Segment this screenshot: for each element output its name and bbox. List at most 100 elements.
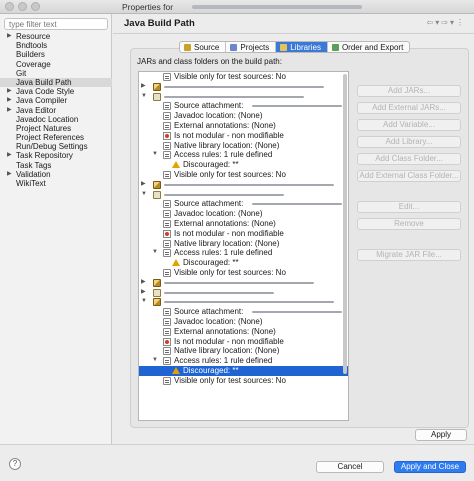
sidebar-item-validation[interactable]: ▶ Validation (0, 170, 112, 179)
add-class-folder-button[interactable]: Add Class Folder... (357, 153, 461, 165)
library-attribute[interactable]: Visible only for test sources: No (139, 268, 348, 278)
tab-order-and-export[interactable]: Order and Export (328, 42, 409, 52)
library-attribute[interactable]: ▼ Access rules: 1 rule defined (139, 248, 348, 258)
expand-arrow-icon[interactable]: ▶ (141, 82, 146, 92)
library-attribute[interactable]: Visible only for test sources: No (139, 376, 348, 386)
edit-button[interactable]: Edit... (357, 201, 461, 213)
library-entry[interactable]: ▶ (139, 288, 348, 298)
libraries-tree[interactable]: Visible only for test sources: No Discour… (138, 71, 349, 421)
help-icon[interactable]: ? (9, 458, 21, 470)
sidebar-item-project-references[interactable]: Project References (0, 133, 112, 142)
expand-chevron-icon[interactable]: ▶ (7, 106, 12, 115)
zoom-window-button[interactable] (31, 2, 40, 11)
collapse-arrow-icon[interactable]: ▼ (152, 150, 158, 160)
sidebar-item-java-code-style[interactable]: ▶ Java Code Style (0, 87, 112, 96)
tab-projects[interactable]: Projects (226, 42, 277, 52)
sidebar-item-resource[interactable]: ▶ Resource (0, 32, 112, 41)
sidebar-item-task-tags[interactable]: Task Tags (0, 161, 112, 170)
collapse-arrow-icon[interactable]: ▼ (141, 190, 147, 200)
library-attribute[interactable]: External annotations: (None) (139, 219, 348, 229)
sidebar-item-bndtools[interactable]: Bndtools (0, 41, 112, 50)
sidebar-item-java-compiler[interactable]: ▶ Java Compiler (0, 96, 112, 105)
sidebar-item-task-repository[interactable]: ▶ Task Repository (0, 151, 112, 160)
attribute-icon (163, 141, 171, 150)
library-attribute[interactable]: Source attachment: (139, 199, 348, 209)
library-attribute[interactable]: ▼ Access rules: 1 rule defined (139, 150, 348, 160)
sidebar-item-run-debug-settings[interactable]: Run/Debug Settings (0, 142, 112, 151)
sidebar-item-coverage[interactable]: Coverage (0, 60, 112, 69)
library-attribute[interactable]: External annotations: (None) (139, 327, 348, 337)
expand-arrow-icon[interactable]: ▶ (141, 278, 146, 288)
remove-button[interactable]: Remove (357, 218, 461, 230)
expand-chevron-icon[interactable]: ▶ (7, 151, 12, 160)
tree-scrollbar[interactable] (343, 74, 347, 374)
tab-source[interactable]: Source (180, 42, 227, 52)
add-library-button[interactable]: Add Library... (357, 136, 461, 148)
close-window-button[interactable] (5, 2, 14, 11)
library-attribute[interactable]: Visible only for test sources: No (139, 170, 348, 180)
view-menu-icon[interactable]: ⋮ (456, 18, 466, 27)
minimize-window-button[interactable] (18, 2, 27, 11)
library-attribute[interactable]: Native library location: (None) (139, 346, 348, 356)
collapse-arrow-icon[interactable]: ▼ (152, 248, 158, 258)
add-external-class-folder-button[interactable]: Add External Class Folder... (357, 170, 461, 182)
library-attribute[interactable]: Discouraged: ** (139, 160, 348, 170)
back-arrow-icon[interactable]: ⇦▾ (427, 18, 442, 27)
redacted-path (164, 301, 334, 304)
sidebar-item-label: Run/Debug Settings (16, 142, 88, 152)
library-attribute[interactable]: Javadoc location: (None) (139, 209, 348, 219)
jar-icon (153, 82, 161, 91)
library-attribute[interactable]: Javadoc location: (None) (139, 111, 348, 121)
library-entry[interactable]: ▼ (139, 92, 348, 102)
library-attribute[interactable]: External annotations: (None) (139, 121, 348, 131)
library-entry[interactable]: ▶ (139, 82, 348, 92)
collapse-arrow-icon[interactable]: ▼ (152, 356, 158, 366)
forward-arrow-icon[interactable]: ⇨▾ (441, 18, 456, 27)
library-entry[interactable]: ▶ (139, 180, 348, 190)
expand-chevron-icon[interactable]: ▶ (7, 32, 12, 41)
library-attribute[interactable]: Visible only for test sources: No (139, 72, 348, 82)
module-icon (163, 131, 171, 140)
library-entry[interactable]: ▶ (139, 278, 348, 288)
add-variable-button[interactable]: Add Variable... (357, 119, 461, 131)
add-external-jars-button[interactable]: Add External JARs... (357, 102, 461, 114)
library-attribute[interactable]: Is not modular - non modifiable (139, 337, 348, 347)
collapse-arrow-icon[interactable]: ▼ (141, 92, 147, 102)
expand-chevron-icon[interactable]: ▶ (7, 96, 12, 105)
sidebar-item-java-editor[interactable]: ▶ Java Editor (0, 106, 112, 115)
library-attribute[interactable]: Is not modular - non modifiable (139, 131, 348, 141)
sidebar-item-builders[interactable]: Builders (0, 50, 112, 59)
sidebar-item-git[interactable]: Git (0, 69, 112, 78)
expand-arrow-icon[interactable]: ▶ (141, 180, 146, 190)
sidebar-item-label: Validation (16, 169, 51, 179)
redacted-path (164, 183, 334, 186)
cancel-button[interactable]: Cancel (316, 461, 384, 473)
library-attribute[interactable]: Discouraged: ** (139, 258, 348, 268)
apply-button[interactable]: Apply (415, 429, 467, 441)
library-entry[interactable]: ▼ (139, 190, 348, 200)
sidebar-item-project-natures[interactable]: Project Natures (0, 124, 112, 133)
sidebar-item-javadoc-location[interactable]: Javadoc Location (0, 115, 112, 124)
history-nav[interactable]: ⇦▾⇨▾⋮ (427, 18, 466, 27)
add-jars-button[interactable]: Add JARs... (357, 85, 461, 97)
library-attribute[interactable]: Native library location: (None) (139, 239, 348, 249)
library-attribute[interactable]: Source attachment: (139, 101, 348, 111)
library-attribute[interactable]: Is not modular - non modifiable (139, 229, 348, 239)
jar-icon (153, 92, 161, 101)
tab-libraries[interactable]: Libraries (276, 42, 328, 52)
sidebar-item-wikitext[interactable]: WikiText (0, 179, 112, 188)
expand-chevron-icon[interactable]: ▶ (7, 170, 12, 179)
apply-and-close-button[interactable]: Apply and Close (394, 461, 466, 473)
expand-arrow-icon[interactable]: ▶ (141, 288, 146, 298)
library-attribute[interactable]: Source attachment: (139, 307, 348, 317)
filter-input[interactable] (4, 18, 108, 30)
library-attribute[interactable]: ▼ Access rules: 1 rule defined (139, 356, 348, 366)
migrate-jar-button[interactable]: Migrate JAR File... (357, 249, 461, 261)
library-attribute[interactable]: Javadoc location: (None) (139, 317, 348, 327)
expand-chevron-icon[interactable]: ▶ (7, 87, 12, 96)
library-attribute[interactable]: Native library location: (None) (139, 141, 348, 151)
library-entry[interactable]: ▼ (139, 297, 348, 307)
sidebar-item-java-build-path[interactable]: Java Build Path (0, 77, 112, 88)
collapse-arrow-icon[interactable]: ▼ (141, 297, 147, 307)
library-attribute[interactable]: Discouraged: ** (139, 366, 348, 376)
